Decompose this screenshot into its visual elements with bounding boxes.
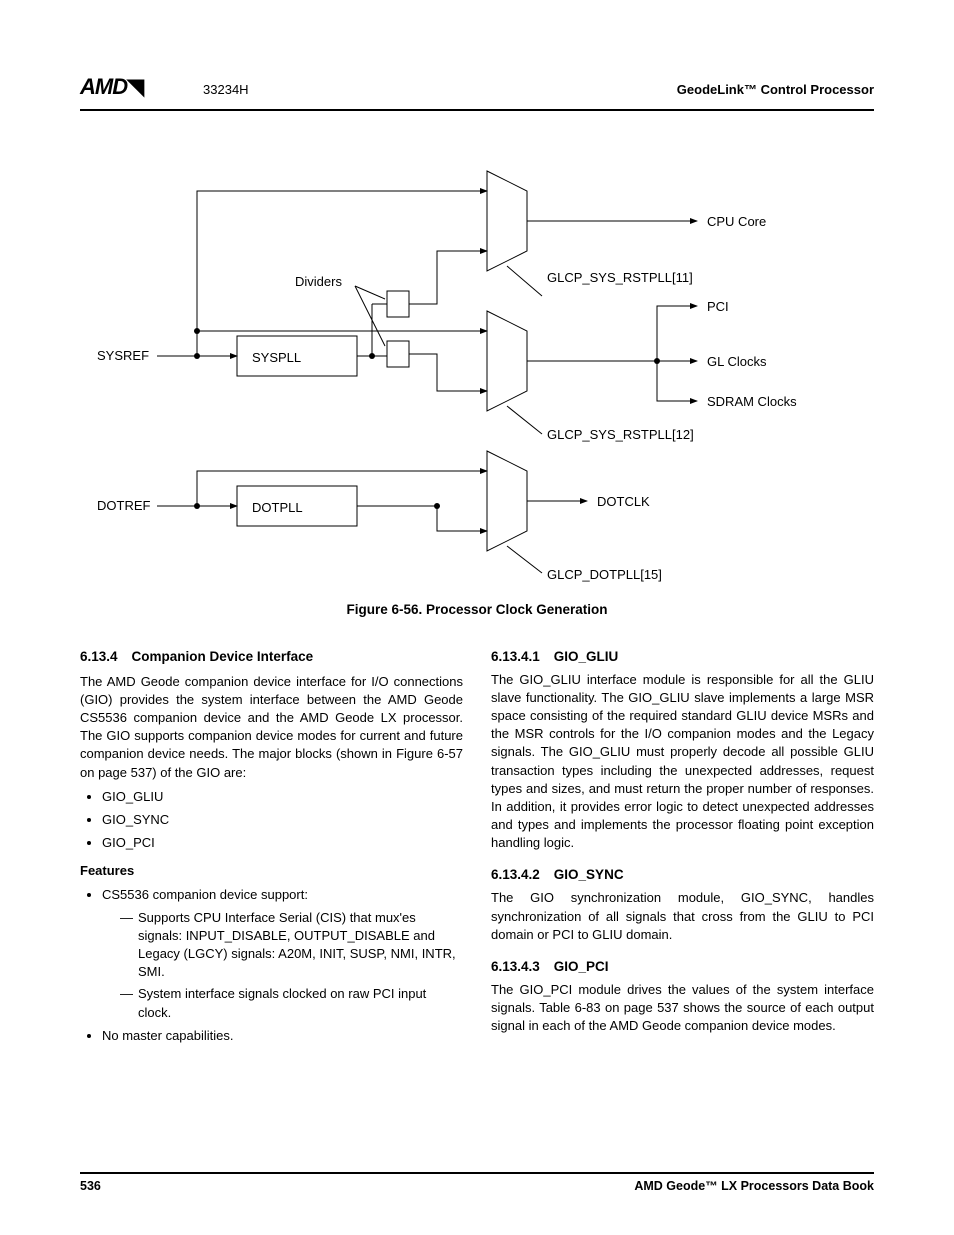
subsection-title: GIO_SYNC <box>554 867 624 882</box>
subsection-title: GIO_GLIU <box>554 649 619 664</box>
page-footer: 536 AMD Geode™ LX Processors Data Book <box>80 1172 874 1196</box>
label-dividers: Dividers <box>295 273 342 291</box>
label-sysref: SYSREF <box>97 347 149 365</box>
book-title: AMD Geode™ LX Processors Data Book <box>634 1178 874 1196</box>
list-item: GIO_GLIU <box>102 788 463 806</box>
label-sdram-clocks: SDRAM Clocks <box>707 393 797 411</box>
subsection-para: The GIO_PCI module drives the values of … <box>491 981 874 1036</box>
label-dotref: DOTREF <box>97 497 150 515</box>
left-column: 6.13.4 Companion Device Interface The AMD… <box>80 648 463 1051</box>
list-item: GIO_SYNC <box>102 811 463 829</box>
list-item: CS5536 companion device support: Support… <box>102 886 463 1021</box>
section-heading: 6.13.4 Companion Device Interface <box>80 648 463 667</box>
feature-sublist: Supports CPU Interface Serial (CIS) that… <box>120 909 463 1022</box>
label-rstpll11: GLCP_SYS_RSTPLL[11] <box>547 269 693 287</box>
subsection-heading: 6.13.4.1 GIO_GLIU <box>491 648 874 667</box>
label-gl-clocks: GL Clocks <box>707 353 766 371</box>
gio-block-list: GIO_GLIU GIO_SYNC GIO_PCI <box>102 788 463 853</box>
section-para: The AMD Geode companion device interface… <box>80 673 463 782</box>
subsection-para: The GIO synchronization module, GIO_SYNC… <box>491 889 874 944</box>
page-number: 536 <box>80 1178 101 1196</box>
label-dotpll15: GLCP_DOTPLL[15] <box>547 566 662 584</box>
subsection-number: 6.13.4.1 <box>491 648 540 667</box>
feature-text: CS5536 companion device support: <box>102 887 308 902</box>
features-list: CS5536 companion device support: Support… <box>102 886 463 1045</box>
text-columns: 6.13.4 Companion Device Interface The AMD… <box>80 648 874 1051</box>
doc-id: 33234H <box>203 81 249 99</box>
label-dotpll: DOTPLL <box>252 499 303 517</box>
section-number: 6.13.4 <box>80 648 118 667</box>
right-column: 6.13.4.1 GIO_GLIU The GIO_GLIU interface … <box>491 648 874 1051</box>
label-cpu-core: CPU Core <box>707 213 766 231</box>
label-syspll: SYSPLL <box>252 349 301 367</box>
label-dotclk: DOTCLK <box>597 493 650 511</box>
subsection-heading: 6.13.4.3 GIO_PCI <box>491 958 874 977</box>
amd-logo: AMD◥ <box>80 72 143 103</box>
label-pci: PCI <box>707 298 729 316</box>
header-left: AMD◥ 33234H <box>80 72 249 103</box>
subsection-number: 6.13.4.3 <box>491 958 540 977</box>
list-item: No master capabilities. <box>102 1027 463 1045</box>
section-title: Companion Device Interface <box>132 649 314 664</box>
page-header: AMD◥ 33234H GeodeLink™ Control Processor <box>80 72 874 111</box>
subsection-number: 6.13.4.2 <box>491 866 540 885</box>
figure-caption: Figure 6-56. Processor Clock Generation <box>80 601 874 620</box>
clock-diagram: SYSREF DOTREF Dividers SYSPLL DOTPLL CPU… <box>97 141 857 581</box>
features-heading: Features <box>80 862 463 880</box>
subsection-heading: 6.13.4.2 GIO_SYNC <box>491 866 874 885</box>
label-rstpll12: GLCP_SYS_RSTPLL[12] <box>547 426 694 444</box>
list-item: System interface signals clocked on raw … <box>120 985 463 1021</box>
subsection-title: GIO_PCI <box>554 959 609 974</box>
list-item: Supports CPU Interface Serial (CIS) that… <box>120 909 463 982</box>
subsection-para: The GIO_GLIU interface module is respons… <box>491 671 874 853</box>
chapter-title: GeodeLink™ Control Processor <box>677 81 874 99</box>
list-item: GIO_PCI <box>102 834 463 852</box>
